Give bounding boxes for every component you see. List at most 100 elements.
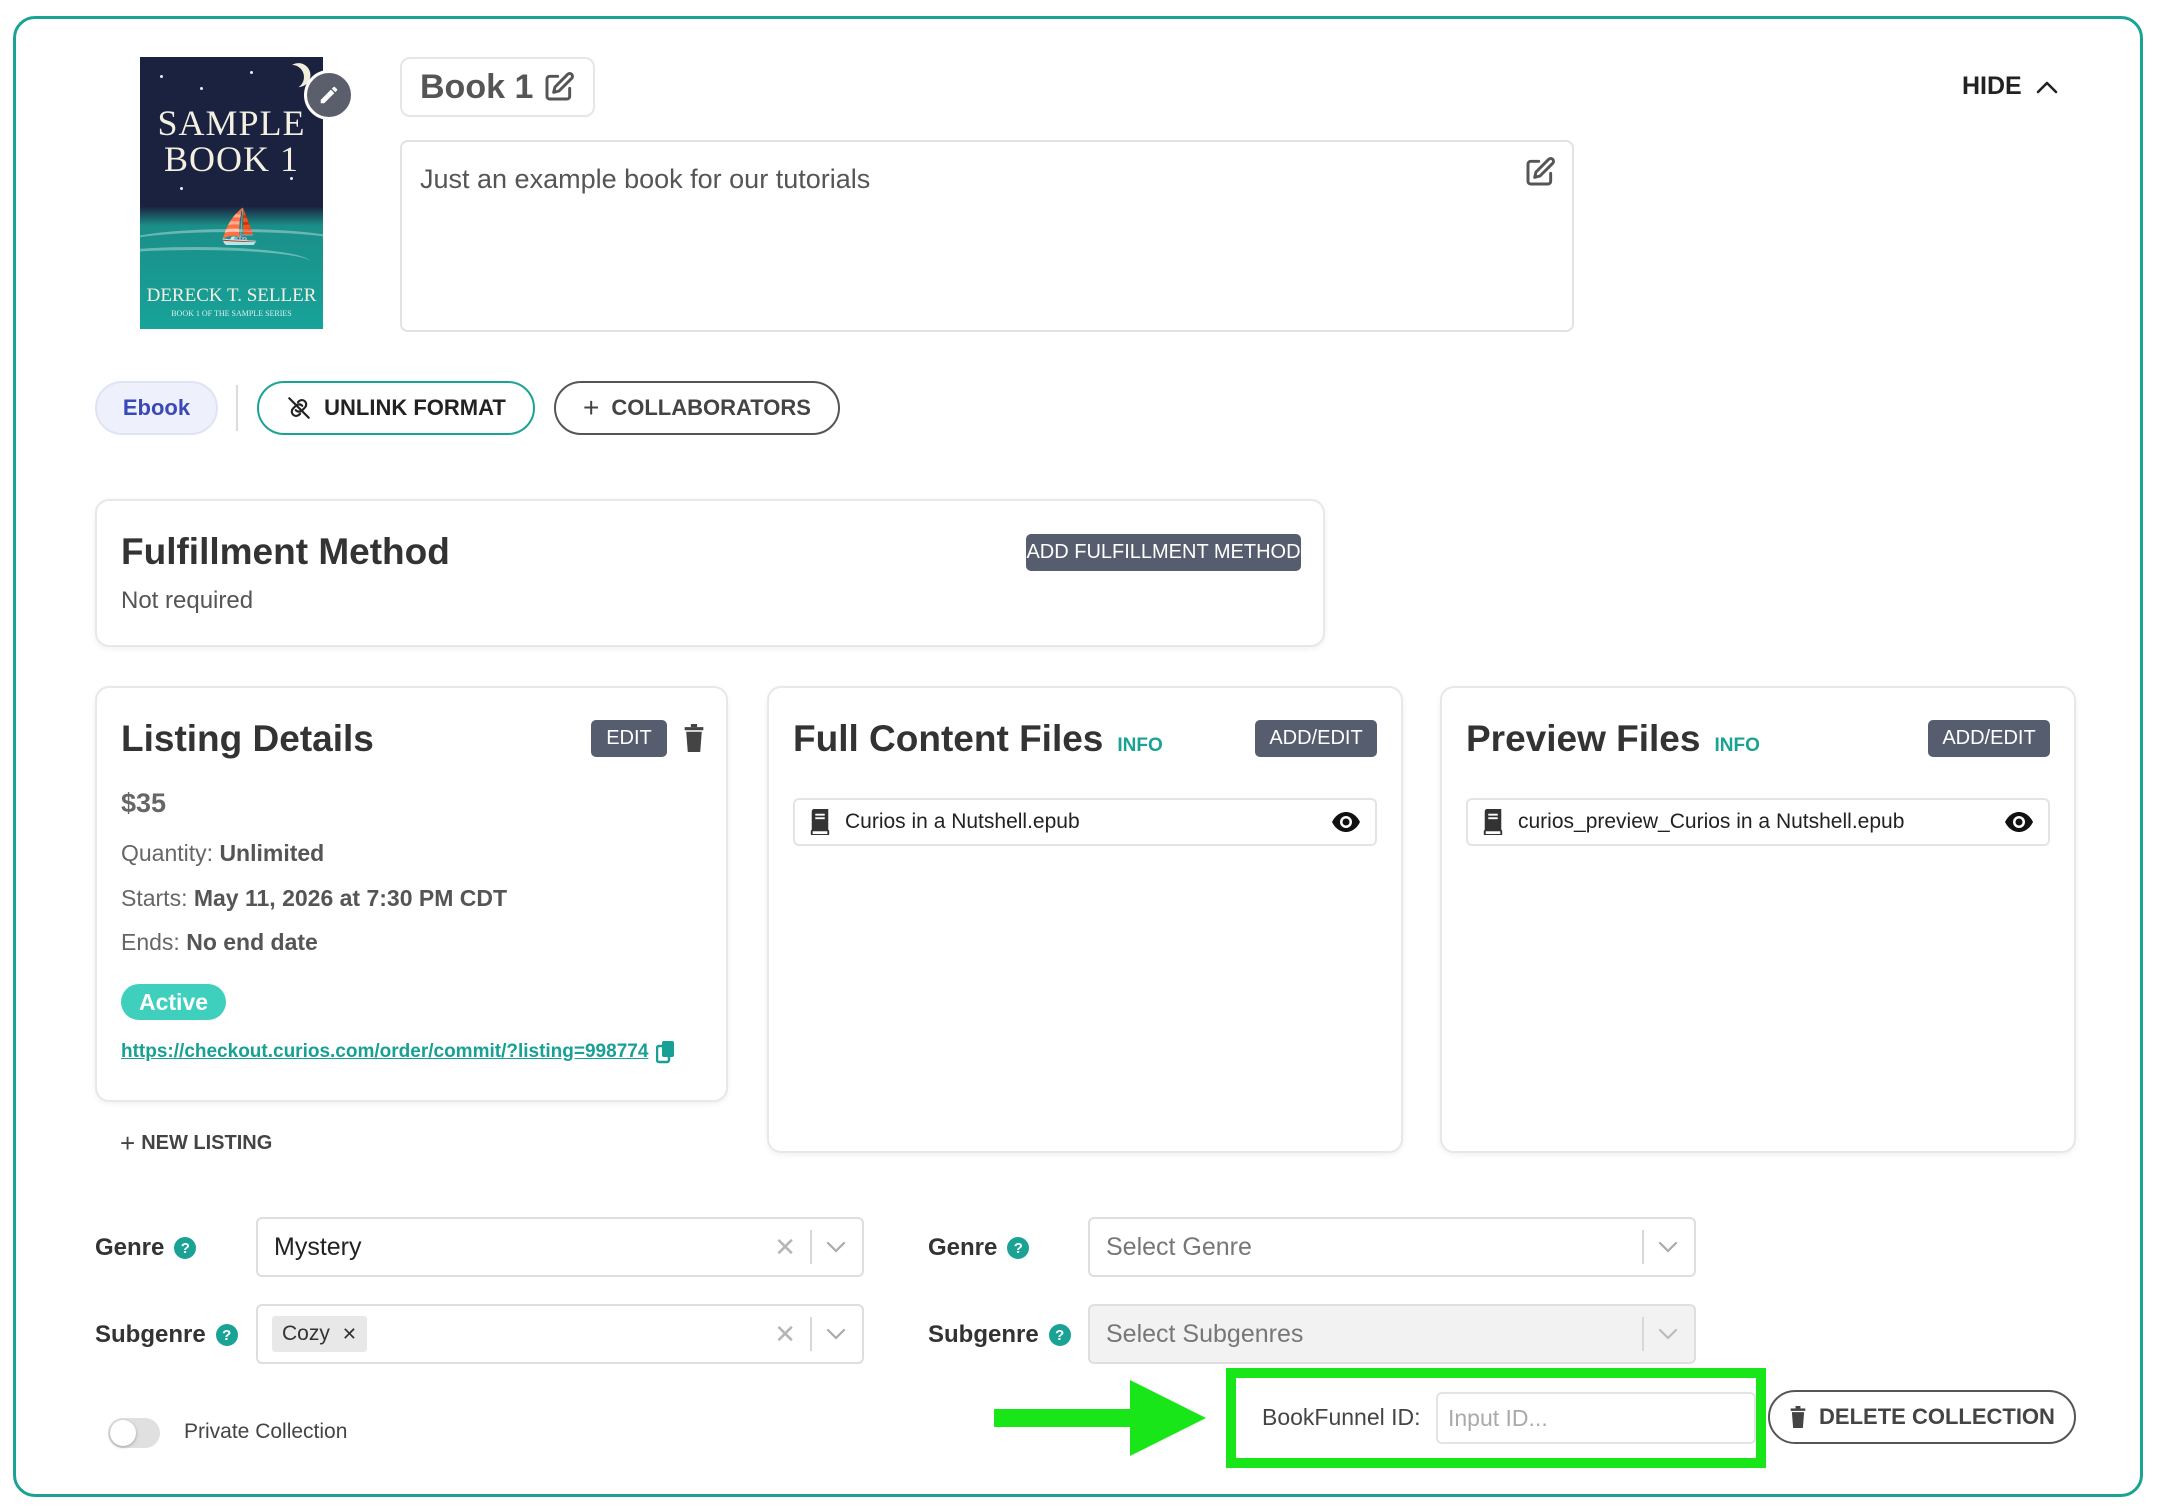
clear-icon[interactable]: ✕ <box>774 1319 796 1350</box>
toggle-knob <box>110 1420 136 1446</box>
ends-label: Ends: <box>121 929 180 955</box>
collaborators-button[interactable]: + COLLABORATORS <box>554 381 840 435</box>
subgenre-label-right: Subgenre ? <box>928 1321 1071 1349</box>
chevron-down-icon[interactable] <box>1658 1241 1678 1253</box>
help-icon[interactable]: ? <box>1048 1324 1071 1346</box>
add-edit-label: ADD/EDIT <box>1269 727 1363 749</box>
annotation-arrow-icon <box>994 1380 1206 1456</box>
collaborators-label: COLLABORATORS <box>611 395 811 420</box>
format-label: Ebook <box>122 395 191 420</box>
full-content-title: Full Content Files <box>793 718 1104 759</box>
edit-label: EDIT <box>606 727 652 749</box>
fulfillment-method-card: Fulfillment Method Not required ADD FULF… <box>95 499 1325 647</box>
edit-cover-button[interactable] <box>304 70 354 120</box>
plus-icon: + <box>120 1128 136 1158</box>
genre-select-left[interactable]: Mystery ✕ <box>256 1217 864 1277</box>
moon-icon <box>278 63 306 91</box>
unlink-icon <box>288 397 310 419</box>
cover-title-line1: SAMPLE <box>157 103 306 143</box>
edit-icon[interactable] <box>543 71 575 103</box>
eye-icon[interactable] <box>2004 811 2034 833</box>
fulfillment-status: Not required <box>121 587 254 614</box>
full-content-file-row: Curios in a Nutshell.epub <box>793 798 1377 846</box>
subgenre-placeholder: Select Subgenres <box>1106 1319 1304 1348</box>
clear-icon[interactable]: ✕ <box>774 1232 796 1263</box>
subgenre-select-right[interactable]: Select Subgenres <box>1088 1304 1696 1364</box>
edit-icon[interactable] <box>1524 156 1556 188</box>
checkout-link-row: https://checkout.curios.com/order/commit… <box>121 1040 676 1064</box>
cover-title-line2: BOOK 1 <box>163 139 299 179</box>
bookfunnel-placeholder: Input ID... <box>1448 1404 1548 1431</box>
unlink-format-button[interactable]: UNLINK FORMAT <box>257 381 535 435</box>
ends-value: No end date <box>186 929 318 955</box>
add-fulfillment-label: ADD FULFILLMENT METHOD <box>1026 541 1301 563</box>
subgenre-label-text: Subgenre <box>928 1321 1039 1348</box>
starts-label: Starts: <box>121 885 188 911</box>
listing-starts: Starts: May 11, 2026 at 7:30 PM CDT <box>121 885 507 912</box>
chevron-down-icon[interactable] <box>826 1241 846 1253</box>
book-title-text: Book 1 <box>420 67 534 106</box>
hide-label: HIDE <box>1962 72 2022 100</box>
help-icon[interactable]: ? <box>1007 1237 1030 1259</box>
add-fulfillment-method-button[interactable]: ADD FULFILLMENT METHOD <box>1026 534 1301 571</box>
trash-icon[interactable] <box>683 724 705 752</box>
edit-listing-button[interactable]: EDIT <box>591 720 667 757</box>
genre-select-right[interactable]: Select Genre <box>1088 1217 1696 1277</box>
quantity-label: Quantity: <box>121 840 214 866</box>
bookfunnel-id-input[interactable]: Input ID... <box>1436 1392 1756 1444</box>
genre-label-right: Genre ? <box>928 1234 1030 1262</box>
delete-collection-button[interactable]: DELETE COLLECTION <box>1768 1390 2076 1444</box>
help-icon[interactable]: ? <box>174 1237 197 1259</box>
book-title[interactable]: Book 1 <box>400 57 596 117</box>
preview-info-link[interactable]: INFO <box>1714 735 1759 757</box>
genre-label-left: Genre ? <box>95 1234 197 1262</box>
new-listing-button[interactable]: + NEW LISTING <box>120 1128 272 1159</box>
chevron-up-icon <box>2036 81 2058 93</box>
book-icon <box>1483 809 1503 835</box>
preview-header: Preview Files INFO <box>1466 718 1760 760</box>
preview-file-name: curios_preview_Curios in a Nutshell.epub <box>1518 810 1905 833</box>
trash-icon <box>1790 1406 1806 1428</box>
subgenre-label-left: Subgenre ? <box>95 1321 238 1349</box>
private-collection-label: Private Collection <box>184 1420 348 1443</box>
separator <box>810 1317 812 1351</box>
full-content-header: Full Content Files INFO <box>793 718 1163 760</box>
add-edit-label: ADD/EDIT <box>1942 727 2036 749</box>
separator <box>810 1230 812 1264</box>
subgenre-label-text: Subgenre <box>95 1321 206 1348</box>
checkout-link[interactable]: https://checkout.curios.com/order/commit… <box>121 1041 648 1063</box>
plus-icon: + <box>583 392 600 423</box>
format-tab-ebook[interactable]: Ebook <box>95 381 218 435</box>
unlink-format-label: UNLINK FORMAT <box>324 395 506 420</box>
subgenre-select-left[interactable]: Cozy ✕ ✕ <box>256 1304 864 1364</box>
preview-files-card: Preview Files INFO ADD/EDIT curios_previ… <box>1440 686 2076 1153</box>
listing-quantity: Quantity: Unlimited <box>121 840 324 867</box>
listing-ends: Ends: No end date <box>121 929 318 956</box>
subgenre-chip: Cozy ✕ <box>272 1316 367 1352</box>
chip-remove-icon[interactable]: ✕ <box>342 1324 357 1345</box>
full-content-add-edit-button[interactable]: ADD/EDIT <box>1255 720 1377 757</box>
preview-add-edit-button[interactable]: ADD/EDIT <box>1928 720 2050 757</box>
book-description[interactable]: Just an example book for our tutorials <box>400 140 1574 332</box>
genre-label-text: Genre <box>95 1234 165 1261</box>
copy-icon[interactable] <box>656 1040 676 1064</box>
separator <box>1642 1230 1644 1264</box>
starts-value: May 11, 2026 at 7:30 PM CDT <box>193 885 508 911</box>
separator <box>1642 1317 1644 1351</box>
bookfunnel-highlight-box: BookFunnel ID: Input ID... <box>1226 1368 1766 1468</box>
new-listing-label: NEW LISTING <box>141 1132 273 1154</box>
fulfillment-title: Fulfillment Method <box>121 531 450 572</box>
pencil-icon <box>320 86 338 104</box>
book-icon <box>810 809 830 835</box>
help-icon[interactable]: ? <box>215 1324 238 1346</box>
listing-price: $35 <box>121 788 167 818</box>
preview-title: Preview Files <box>1466 718 1701 759</box>
preview-file-row: curios_preview_Curios in a Nutshell.epub <box>1466 798 2050 846</box>
chevron-down-icon[interactable] <box>1658 1328 1678 1340</box>
full-content-info-link[interactable]: INFO <box>1117 735 1162 757</box>
eye-icon[interactable] <box>1331 811 1361 833</box>
chevron-down-icon[interactable] <box>826 1328 846 1340</box>
private-collection-toggle[interactable] <box>108 1418 160 1448</box>
divider <box>236 385 238 431</box>
hide-toggle[interactable]: HIDE <box>1962 72 2058 101</box>
